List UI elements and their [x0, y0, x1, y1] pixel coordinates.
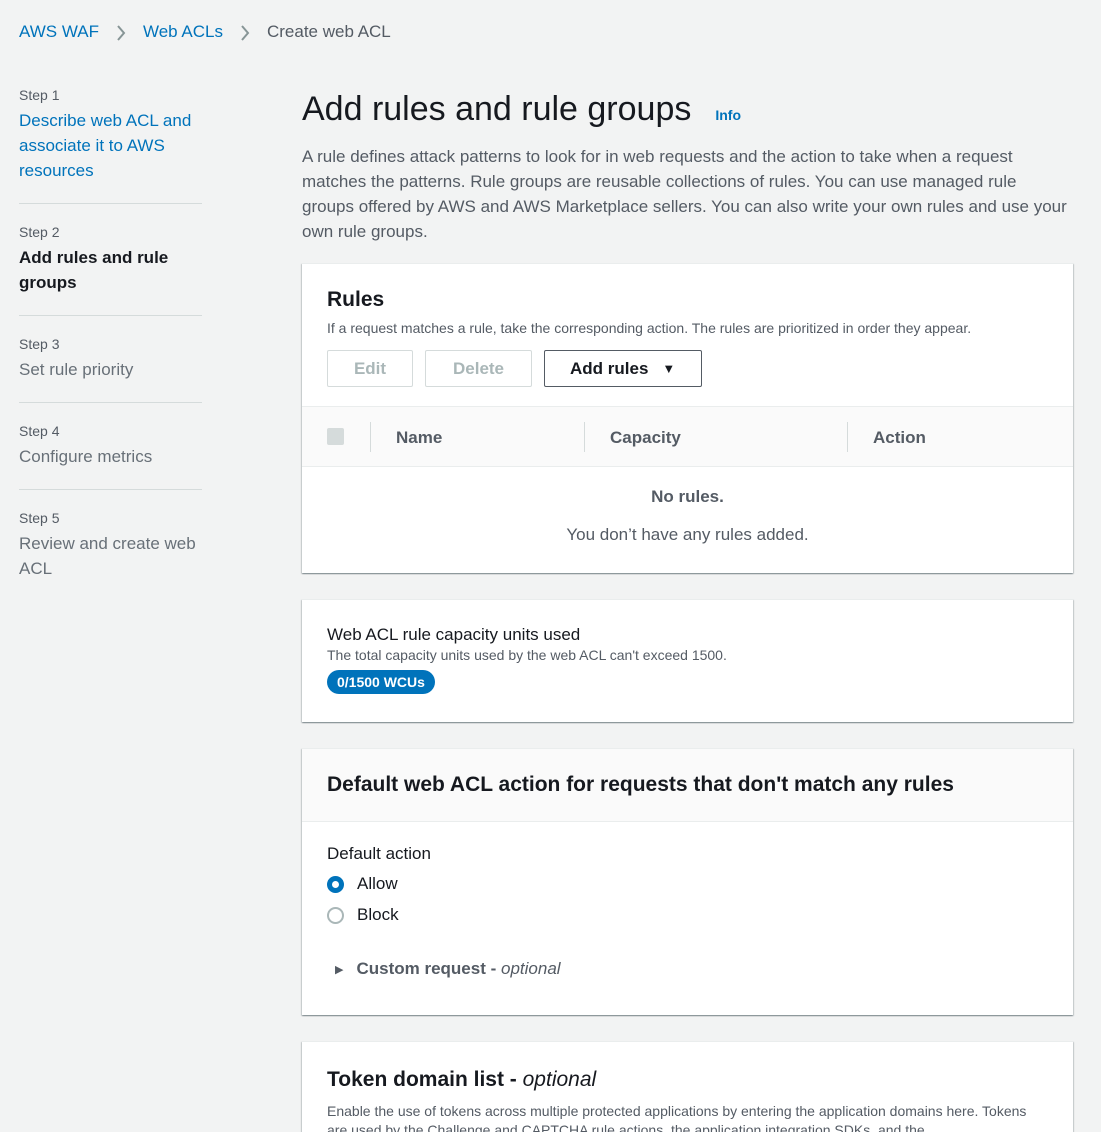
step-4-title: Configure metrics: [19, 447, 153, 466]
main-content: Add rules and rule groups Info A rule de…: [302, 86, 1073, 1132]
caret-right-icon: ▶: [335, 963, 344, 976]
radio-allow-label: Allow: [357, 874, 398, 893]
radio-block[interactable]: Block: [327, 904, 1048, 926]
radio-block-label: Block: [357, 905, 399, 924]
column-action[interactable]: Action: [873, 407, 926, 468]
radio-block-button[interactable]: [327, 906, 344, 924]
delete-button[interactable]: Delete: [425, 350, 532, 387]
step-1: Step 1 Describe web ACL and associate it…: [19, 87, 202, 204]
token-title-text: Token domain list -: [327, 1068, 523, 1091]
token-domain-description: Enable the use of tokens across multiple…: [327, 1103, 1027, 1132]
column-name[interactable]: Name: [396, 407, 442, 468]
capacity-description: The total capacity units used by the web…: [327, 647, 727, 663]
page-title: Add rules and rule groups: [302, 90, 692, 128]
custom-request-expander[interactable]: ▶ Custom request - optional: [335, 959, 1048, 979]
default-action-title: Default web ACL action for requests that…: [327, 773, 954, 796]
column-divider: [847, 422, 848, 452]
step-number: Step 4: [19, 423, 60, 439]
step-3-title: Set rule priority: [19, 360, 134, 379]
empty-description: You don’t have any rules added.: [566, 525, 809, 544]
optional-text: optional: [501, 959, 561, 978]
select-all-checkbox[interactable]: [327, 428, 344, 445]
empty-title: No rules.: [651, 487, 724, 506]
step-1-link[interactable]: Describe web ACL and associate it to AWS…: [19, 108, 202, 183]
default-action-panel: Default web ACL action for requests that…: [302, 748, 1073, 1015]
wcu-badge: 0/1500 WCUs: [327, 670, 435, 694]
breadcrumb-current: Create web ACL: [266, 22, 391, 41]
step-number: Step 1: [19, 87, 60, 103]
custom-request-label: Custom request - optional: [356, 959, 560, 979]
breadcrumb-web-acls[interactable]: Web ACLs: [143, 22, 223, 42]
breadcrumb-aws-waf[interactable]: AWS WAF: [19, 22, 99, 42]
token-domain-panel: Token domain list - optional Enable the …: [302, 1041, 1073, 1132]
rules-title: Rules: [327, 288, 385, 311]
table-header: Name Capacity Action: [302, 406, 1073, 467]
radio-allow[interactable]: Allow: [327, 873, 1048, 895]
wizard-steps: Step 1 Describe web ACL and associate it…: [19, 87, 202, 621]
chevron-right-icon: [223, 22, 267, 42]
empty-state: No rules. You don’t have any rules added…: [302, 467, 1073, 545]
step-2: Step 2 Add rules and rule groups: [19, 224, 202, 316]
step-number: Step 5: [19, 510, 60, 526]
rules-description: If a request matches a rule, take the co…: [327, 320, 972, 336]
capacity-panel: Web ACL rule capacity units used The tot…: [302, 599, 1073, 722]
default-action-header: Default web ACL action for requests that…: [302, 749, 1073, 822]
step-3: Step 3 Set rule priority: [19, 336, 202, 403]
step-5-title: Review and create web ACL: [19, 534, 196, 578]
info-link[interactable]: Info: [715, 107, 741, 123]
rules-table: Name Capacity Action No rules. You don’t…: [302, 406, 1073, 545]
chevron-right-icon: [99, 22, 143, 42]
page-header: Add rules and rule groups Info: [302, 86, 1073, 132]
rules-actions: Edit Delete Add rules ▼: [327, 350, 1048, 387]
token-domain-title: Token domain list - optional: [327, 1066, 1048, 1094]
custom-request-text: Custom request -: [356, 959, 501, 978]
column-capacity[interactable]: Capacity: [610, 407, 681, 468]
step-4: Step 4 Configure metrics: [19, 423, 202, 490]
step-2-current: Add rules and rule groups: [19, 248, 169, 292]
default-action-label: Default action: [327, 844, 431, 863]
breadcrumb: AWS WAF Web ACLs Create web ACL: [19, 22, 391, 42]
step-5: Step 5 Review and create web ACL: [19, 510, 202, 601]
capacity-label: Web ACL rule capacity units used: [327, 625, 581, 644]
step-number: Step 3: [19, 336, 60, 352]
radio-allow-button[interactable]: [327, 875, 344, 893]
column-divider: [370, 422, 371, 452]
rules-panel: Rules If a request matches a rule, take …: [302, 263, 1073, 573]
column-divider: [584, 422, 585, 452]
add-rules-button[interactable]: Add rules ▼: [544, 350, 702, 387]
edit-button[interactable]: Edit: [327, 350, 413, 387]
caret-down-icon: ▼: [662, 361, 676, 376]
add-rules-label: Add rules: [570, 358, 649, 378]
optional-text: optional: [522, 1068, 597, 1091]
page-description: A rule defines attack patterns to look f…: [302, 147, 1067, 241]
page: AWS WAF Web ACLs Create web ACL Step 1 D…: [0, 0, 1101, 1132]
step-number: Step 2: [19, 224, 60, 240]
